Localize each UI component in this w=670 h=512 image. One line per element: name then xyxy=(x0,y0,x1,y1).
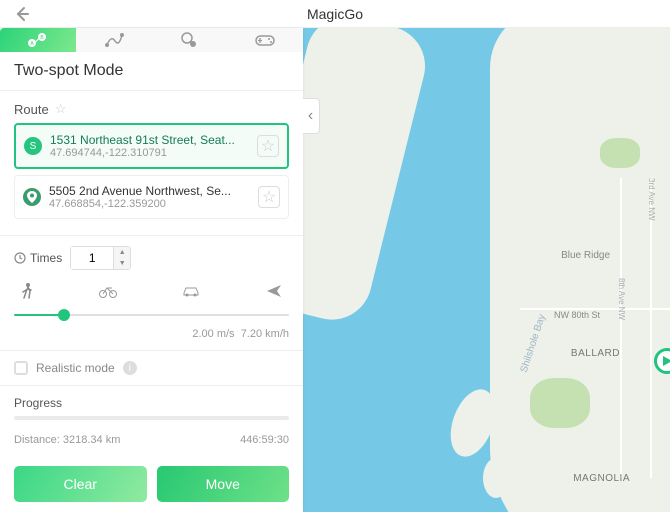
route-item-favorite[interactable]: ☆ xyxy=(258,186,280,208)
map-label-ballard: BALLARD xyxy=(571,348,620,359)
speed-slider[interactable] xyxy=(14,308,289,322)
route-item-start[interactable]: S 1531 Northeast 91st Street, Seat... 47… xyxy=(14,123,289,169)
realistic-checkbox[interactable] xyxy=(14,361,28,375)
gamepad-icon xyxy=(254,32,276,48)
speed-readout: 2.00 m/s 7.20 km/h xyxy=(14,328,289,340)
route-item-favorite[interactable]: ☆ xyxy=(257,135,279,157)
bike-mode-icon[interactable] xyxy=(98,284,118,298)
progress-label: Progress xyxy=(14,396,289,410)
tab-two-spot[interactable]: AB xyxy=(0,28,76,52)
plane-mode-icon[interactable] xyxy=(265,283,283,299)
times-up[interactable]: ▲ xyxy=(114,247,130,258)
walk-mode-icon[interactable] xyxy=(20,282,34,300)
pin-globe-icon xyxy=(180,31,198,49)
side-panel: AB Two-spot Mode Route ☆ S 15 xyxy=(0,28,303,512)
times-input[interactable] xyxy=(71,247,113,269)
progress-duration: 446:59:30 xyxy=(240,434,289,446)
route-section-label: Route ☆ xyxy=(14,101,289,117)
times-label: Times xyxy=(14,251,62,265)
route-address: 1531 Northeast 91st Street, Seat... xyxy=(50,133,257,147)
back-button[interactable] xyxy=(10,2,34,26)
route-ab-icon: AB xyxy=(27,32,49,48)
end-marker-icon xyxy=(23,188,41,206)
route-coords: 47.694744,-122.310791 xyxy=(50,147,257,159)
car-mode-icon[interactable] xyxy=(181,284,201,298)
tab-teleport[interactable] xyxy=(152,28,228,52)
clock-icon xyxy=(14,252,26,264)
route-favorite-icon[interactable]: ☆ xyxy=(55,101,67,117)
progress-distance: Distance: 3218.34 km xyxy=(14,434,120,446)
route-item-end[interactable]: 5505 2nd Avenue Northwest, Se... 47.6688… xyxy=(14,175,289,219)
realistic-label: Realistic mode xyxy=(36,361,115,375)
mode-title: Two-spot Mode xyxy=(0,52,303,91)
collapse-panel-button[interactable]: ‹ xyxy=(303,98,320,134)
info-icon[interactable]: i xyxy=(123,361,137,375)
map-label-8thave: 8th Ave NW xyxy=(617,278,626,320)
move-button[interactable]: Move xyxy=(157,466,290,502)
times-down[interactable]: ▼ xyxy=(114,258,130,269)
times-stepper[interactable]: ▲ ▼ xyxy=(70,246,131,270)
route-label-text: Route xyxy=(14,102,49,117)
multi-route-icon xyxy=(104,31,124,49)
route-address: 5505 2nd Avenue Northwest, Se... xyxy=(49,184,258,198)
map-label-blueridge: Blue Ridge xyxy=(561,250,610,261)
start-marker-icon: S xyxy=(24,137,42,155)
mode-tabs: AB xyxy=(0,28,303,52)
tab-joystick[interactable] xyxy=(227,28,303,52)
app-title: MagicGo xyxy=(34,6,660,22)
map-canvas[interactable]: ‹ Blue Ridge BALLARD MAGNOLIA NW 80th St… xyxy=(303,28,670,512)
clear-button[interactable]: Clear xyxy=(14,466,147,502)
progress-bar xyxy=(14,416,289,420)
route-coords: 47.668854,-122.359200 xyxy=(49,198,258,210)
tab-multi-spot[interactable] xyxy=(76,28,152,52)
map-label-magnolia: MAGNOLIA xyxy=(573,473,630,484)
map-label-nw80: NW 80th St xyxy=(554,310,600,320)
map-label-3rdave: 3rd Ave NW xyxy=(647,178,656,221)
